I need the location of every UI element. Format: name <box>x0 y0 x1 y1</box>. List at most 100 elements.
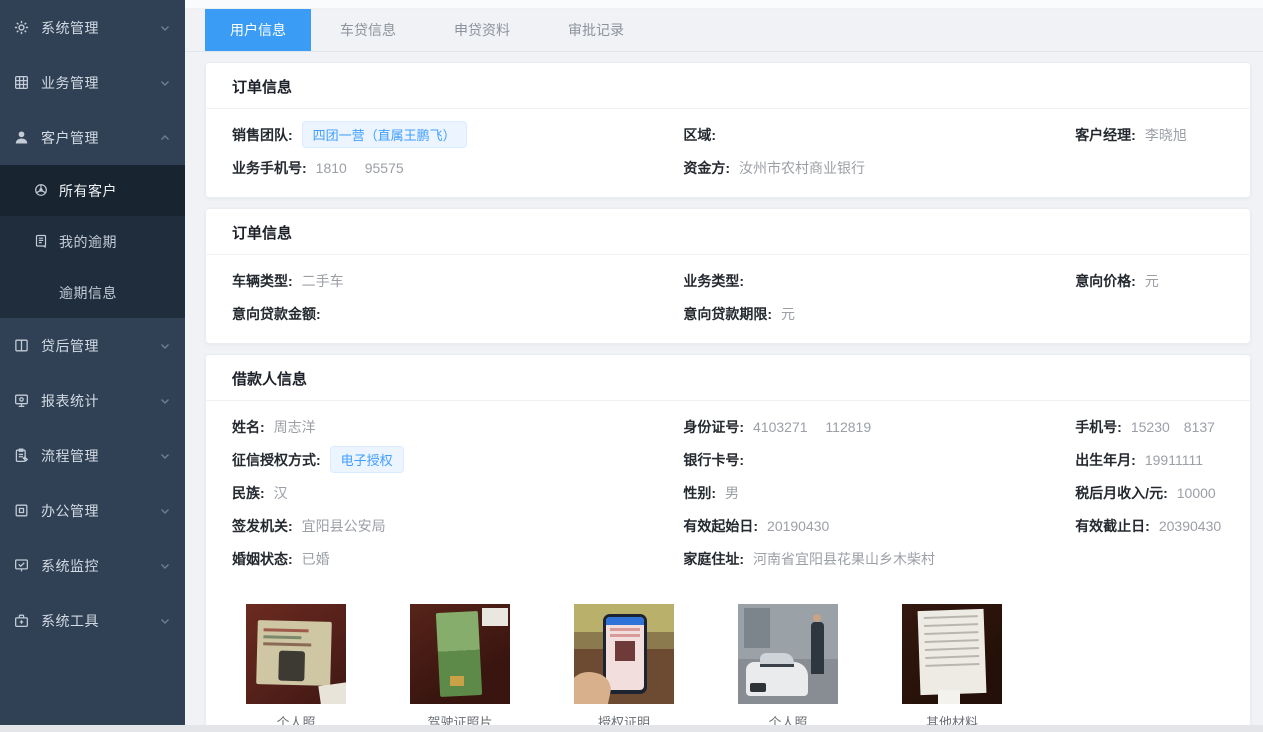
sidebar-item-customer-management[interactable]: 客户管理 <box>0 110 185 165</box>
field-label: 家庭住址: <box>683 549 744 569</box>
card-title: 借款人信息 <box>206 355 1250 401</box>
field-intent-loan-amount: 意向贷款金额: <box>232 297 683 330</box>
field-issuing-authority: 签发机关: 宜阳县公安局 <box>232 509 683 542</box>
customer-management-submenu: 所有客户 我的逾期 逾期信息 <box>0 165 185 318</box>
field-label: 意向贷款金额: <box>232 304 321 324</box>
field-value: 元 <box>1145 271 1159 291</box>
field-label: 销售团队: <box>232 125 293 145</box>
field-valid-from: 有效起始日: 20190430 <box>683 509 1075 542</box>
sidebar-item-label: 系统监控 <box>41 556 159 576</box>
monitor-icon <box>13 392 30 409</box>
field-value: 10000 <box>1177 485 1216 501</box>
user-icon <box>13 129 30 146</box>
field-value: 汉 <box>274 483 288 503</box>
card-title: 订单信息 <box>206 63 1250 109</box>
field-label: 业务类型: <box>683 271 744 291</box>
field-business-type: 业务类型: <box>683 264 1075 297</box>
sidebar-item-office-management[interactable]: 办公管理 <box>0 483 185 538</box>
book-icon <box>13 337 30 354</box>
field-value: 19911111 <box>1145 452 1203 468</box>
field-value: 周志洋 <box>274 417 316 437</box>
tab-approval-records[interactable]: 审批记录 <box>539 9 653 51</box>
sidebar-item-label: 所有客户 <box>59 181 185 201</box>
field-label: 税后月收入/元: <box>1075 483 1168 503</box>
sidebar-item-all-customers[interactable]: 所有客户 <box>0 165 185 216</box>
field-label: 出生年月: <box>1075 450 1136 470</box>
field-empty <box>1075 297 1224 330</box>
field-label: 姓名: <box>232 417 265 437</box>
field-label: 意向价格: <box>1075 271 1136 291</box>
field-label: 车辆类型: <box>232 271 293 291</box>
tab-user-info[interactable]: 用户信息 <box>205 9 311 51</box>
photo-other-materials[interactable]: 其他材料 <box>902 604 1002 731</box>
chevron-down-icon <box>159 395 171 407</box>
photo-id-card[interactable]: 个人照 <box>246 604 346 731</box>
field-label: 性别: <box>683 483 716 503</box>
sidebar-item-system-monitor[interactable]: 系统监控 <box>0 538 185 593</box>
field-value: 李晓旭 <box>1145 125 1187 145</box>
photo-thumbnails: 个人照 驾驶证照片 授权证明 <box>246 604 1250 731</box>
field-label: 手机号: <box>1075 417 1122 437</box>
field-label: 身份证号: <box>683 417 744 437</box>
sidebar-item-report-statistics[interactable]: 报表统计 <box>0 373 185 428</box>
field-business-phone: 业务手机号: 1810 95575 <box>232 151 683 184</box>
top-strip <box>185 0 1263 9</box>
sidebar-item-overdue-info[interactable]: 逾期信息 <box>0 267 185 318</box>
tab-loan-application-materials[interactable]: 申贷资料 <box>425 9 539 51</box>
field-label: 民族: <box>232 483 265 503</box>
field-value: 1810 95575 <box>316 158 404 178</box>
document-icon <box>33 233 50 250</box>
borrower-info-fields: 姓名: 周志洋 身份证号: 4103271 112819 手机号: 15230 … <box>206 401 1250 588</box>
field-value: 4103271 112819 <box>753 417 871 437</box>
field-region: 区域: <box>683 118 1075 151</box>
credit-auth-tag[interactable]: 电子授权 <box>330 446 404 473</box>
field-bank-card: 银行卡号: <box>683 443 1075 476</box>
field-name: 姓名: 周志洋 <box>232 410 683 443</box>
field-label: 银行卡号: <box>683 450 744 470</box>
field-account-manager: 客户经理: 李晓旭 <box>1075 118 1224 151</box>
square-icon <box>13 502 30 519</box>
field-valid-to: 有效截止日: 20390430 <box>1075 509 1224 542</box>
sidebar-item-system-management[interactable]: 系统管理 <box>0 0 185 55</box>
field-label: 意向贷款期限: <box>683 304 772 324</box>
field-value: 宜阳县公安局 <box>302 516 386 536</box>
photo-authorization-proof[interactable]: 授权证明 <box>574 604 674 731</box>
sidebar-item-business-management[interactable]: 业务管理 <box>0 55 185 110</box>
authorization-photo-image <box>574 604 674 704</box>
order-vehicle-card: 订单信息 车辆类型: 二手车 业务类型: 意向价格: 元 意向贷款金额: 意向贷… <box>205 208 1251 344</box>
sidebar-item-system-tools[interactable]: 系统工具 <box>0 593 185 648</box>
sidebar-item-label: 系统工具 <box>41 611 159 631</box>
sidebar-item-process-management[interactable]: 流程管理 <box>0 428 185 483</box>
chevron-down-icon <box>159 22 171 34</box>
field-value: 男 <box>725 483 739 503</box>
card-title: 订单信息 <box>206 209 1250 255</box>
field-birth: 出生年月: 19911111 <box>1075 443 1224 476</box>
sidebar-item-label: 系统管理 <box>41 18 159 38</box>
sidebar-item-label: 办公管理 <box>41 501 159 521</box>
field-funder: 资金方: 汝州市农村商业银行 <box>683 151 1075 184</box>
photo-person-with-car[interactable]: 个人照 <box>738 604 838 731</box>
field-credit-auth: 征信授权方式: 电子授权 <box>232 443 683 476</box>
field-empty <box>1075 151 1224 184</box>
sidebar-item-my-overdue[interactable]: 我的逾期 <box>0 216 185 267</box>
photo-drivers-license[interactable]: 驾驶证照片 <box>410 604 510 731</box>
sidebar-item-label: 客户管理 <box>41 128 159 148</box>
field-income: 税后月收入/元: 10000 <box>1075 476 1224 509</box>
field-value: 河南省宜阳县花果山乡木柴村 <box>753 549 935 569</box>
tab-car-loan-info[interactable]: 车贷信息 <box>311 9 425 51</box>
main-content: 用户信息 车贷信息 申贷资料 审批记录 订单信息 销售团队: 四团一营（直属王鹏… <box>185 0 1263 732</box>
order-info-fields: 销售团队: 四团一营（直属王鹏飞） 区域: 客户经理: 李晓旭 业务手机号: 1… <box>206 109 1250 197</box>
field-label: 婚姻状态: <box>232 549 293 569</box>
sidebar-item-postloan-management[interactable]: 贷后管理 <box>0 318 185 373</box>
field-label: 有效起始日: <box>683 516 758 536</box>
field-vehicle-type: 车辆类型: 二手车 <box>232 264 683 297</box>
horizontal-scrollbar[interactable] <box>0 725 1263 732</box>
chevron-down-icon <box>159 450 171 462</box>
field-value: 二手车 <box>302 271 344 291</box>
field-label: 区域: <box>683 125 716 145</box>
sales-team-tag[interactable]: 四团一营（直属王鹏飞） <box>302 121 467 148</box>
field-mobile: 手机号: 15230 8137 <box>1075 410 1224 443</box>
chevron-down-icon <box>159 505 171 517</box>
chevron-down-icon <box>159 615 171 627</box>
field-intent-price: 意向价格: 元 <box>1075 264 1224 297</box>
